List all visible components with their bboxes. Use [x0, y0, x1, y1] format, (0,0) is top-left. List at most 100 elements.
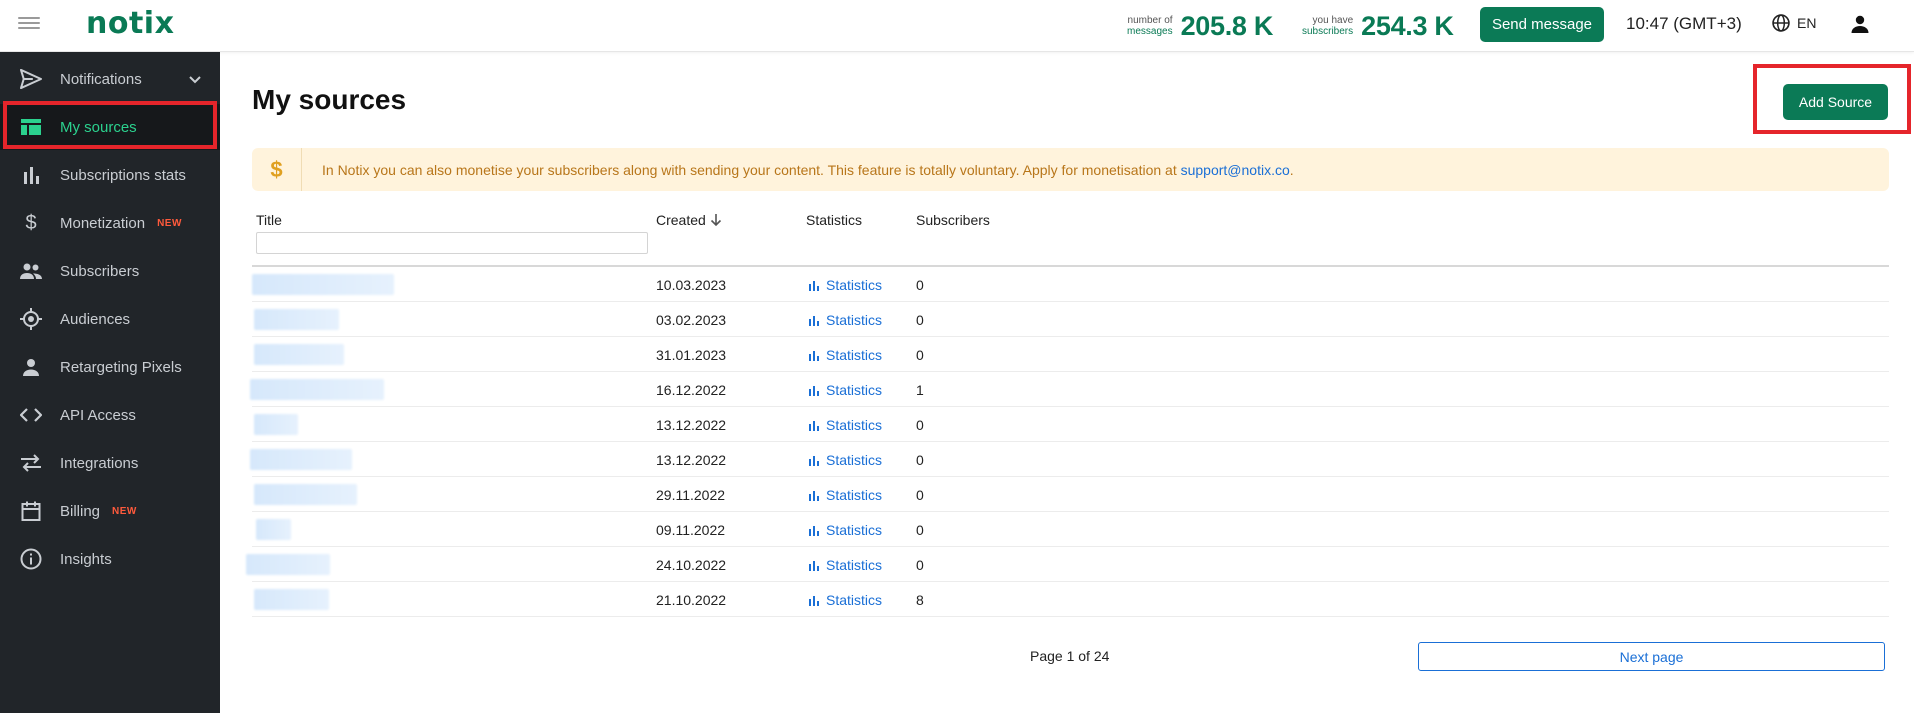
new-badge: NEW [157, 217, 182, 229]
bar-chart-icon [809, 595, 819, 606]
statistics-link[interactable]: Statistics [808, 592, 882, 608]
statistics-link-label: Statistics [826, 417, 883, 433]
sidebar-item-label: Integrations [60, 454, 139, 472]
table-icon [18, 114, 44, 140]
code-icon [18, 402, 44, 428]
page-indicator: Page 1 of 24 [1030, 648, 1110, 664]
statistics-link[interactable]: Statistics [808, 382, 882, 398]
statistics-link[interactable]: Statistics [808, 452, 882, 468]
bar-chart-icon [809, 420, 819, 431]
sidebar-item-subscriptions-stats[interactable]: Subscriptions stats [0, 152, 220, 198]
created-date: 10.03.2023 [656, 277, 727, 293]
language-selector[interactable]: EN [1771, 13, 1816, 33]
subscribers-count-cell: 1 [916, 382, 924, 398]
source-title-link[interactable] [256, 519, 291, 540]
statistics-link[interactable]: Statistics [808, 417, 882, 433]
sidebar-item-my-sources[interactable]: My sources [0, 104, 220, 150]
sidebar-item-insights[interactable]: Insights [0, 536, 220, 582]
created-date: 16.12.2022 [656, 382, 727, 398]
statistics-link[interactable]: Statistics [808, 277, 882, 293]
bar-chart-icon [809, 350, 819, 361]
support-email-link[interactable]: support@notix.co [1181, 162, 1290, 178]
hamburger-menu-icon[interactable] [18, 14, 40, 34]
column-header-created-label: Created [656, 212, 706, 228]
subscribers-count-cell: 8 [916, 592, 924, 608]
statistics-link[interactable]: Statistics [808, 487, 882, 503]
subscribers-value: 254.3 K [1361, 10, 1454, 41]
column-header-title[interactable]: Title [256, 212, 282, 228]
statistics-link-label: Statistics [826, 312, 883, 328]
send-icon [18, 66, 44, 92]
banner-text-end: . [1289, 161, 1294, 178]
statistics-link-label: Statistics [826, 277, 883, 293]
statistics-link-label: Statistics [826, 557, 883, 573]
sidebar-item-audiences[interactable]: Audiences [0, 296, 220, 342]
sort-arrow-down-icon[interactable] [710, 213, 722, 227]
statistics-link-label: Statistics [826, 347, 883, 363]
banner-text: In Notix you can also monetise your subs… [322, 161, 1181, 178]
table-row: 24.10.2022 Statistics 0 [246, 547, 1889, 582]
sidebar-item-label: API Access [60, 406, 136, 424]
title-filter-input[interactable] [256, 232, 648, 254]
sidebar-item-label: Audiences [60, 310, 131, 328]
sidebar-item-subscribers[interactable]: Subscribers [0, 248, 220, 294]
sidebar-item-label: Retargeting Pixels [60, 358, 182, 376]
source-title-link[interactable] [254, 344, 344, 365]
source-title-link[interactable] [250, 379, 384, 400]
created-date: 13.12.2022 [656, 452, 727, 468]
subscribers-count: you have subscribers 254.3 K [1302, 8, 1454, 44]
sidebar-item-label: Insights [60, 550, 112, 568]
table-row: 13.12.2022 Statistics 0 [250, 442, 1889, 477]
column-header-subscribers[interactable]: Subscribers [916, 212, 990, 228]
sidebar-item-retargeting-pixels[interactable]: Retargeting Pixels [0, 344, 220, 390]
bar-chart-icon [18, 162, 44, 188]
top-header: notix number of messages 205.8 K you hav… [0, 0, 1914, 52]
sidebar-item-integrations[interactable]: Integrations [0, 440, 220, 486]
sidebar-item-notifications[interactable]: Notifications [0, 56, 220, 102]
sidebar: Notifications My sources Subscriptions s… [0, 52, 220, 713]
created-date: 13.12.2022 [656, 417, 727, 433]
sidebar-item-label: Subscriptions stats [60, 166, 186, 184]
created-date: 29.11.2022 [656, 487, 726, 503]
source-title-link[interactable] [254, 484, 357, 505]
add-source-button[interactable]: Add Source [1783, 84, 1888, 120]
statistics-link-label: Statistics [826, 592, 883, 608]
logo[interactable]: notix [86, 6, 174, 41]
source-title-link[interactable] [250, 449, 352, 470]
created-date: 24.10.2022 [656, 557, 727, 573]
user-account-icon[interactable] [1848, 12, 1872, 36]
page-title: My sources [252, 84, 407, 115]
bar-chart-icon [809, 525, 819, 536]
table-row: 10.03.2023 Statistics 0 [252, 267, 1889, 302]
dollar-icon: $ [252, 148, 302, 191]
source-title-link[interactable] [252, 274, 394, 295]
chevron-down-icon[interactable] [188, 72, 202, 86]
swap-icon [18, 450, 44, 476]
sidebar-item-monetization[interactable]: $ Monetization NEW [0, 200, 220, 246]
sidebar-item-api-access[interactable]: API Access [0, 392, 220, 438]
statistics-link[interactable]: Statistics [808, 312, 882, 328]
messages-label-2: messages [1127, 26, 1173, 37]
statistics-link[interactable]: Statistics [808, 522, 882, 538]
statistics-link-label: Statistics [826, 382, 883, 398]
globe-icon [1772, 14, 1790, 32]
subscribers-label-2: subscribers [1302, 26, 1354, 37]
next-page-button[interactable]: Next page [1418, 642, 1885, 671]
statistics-link[interactable]: Statistics [808, 347, 882, 363]
calendar-icon [18, 498, 44, 524]
source-title-link[interactable] [246, 554, 330, 575]
send-message-button[interactable]: Send message [1480, 7, 1604, 42]
created-date: 21.10.2022 [656, 592, 727, 608]
sidebar-item-billing[interactable]: Billing NEW [0, 488, 220, 534]
source-title-link[interactable] [254, 309, 339, 330]
people-icon [18, 258, 44, 284]
dollar-icon: $ [25, 211, 37, 234]
subscribers-count-cell: 0 [916, 452, 924, 468]
source-title-link[interactable] [254, 589, 329, 610]
statistics-link[interactable]: Statistics [808, 557, 882, 573]
column-header-created[interactable]: Created [656, 212, 722, 228]
bar-chart-icon [809, 455, 819, 466]
bar-chart-icon [809, 560, 819, 571]
source-title-link[interactable] [254, 414, 298, 435]
table-row: 03.02.2023 Statistics 0 [252, 302, 1889, 337]
